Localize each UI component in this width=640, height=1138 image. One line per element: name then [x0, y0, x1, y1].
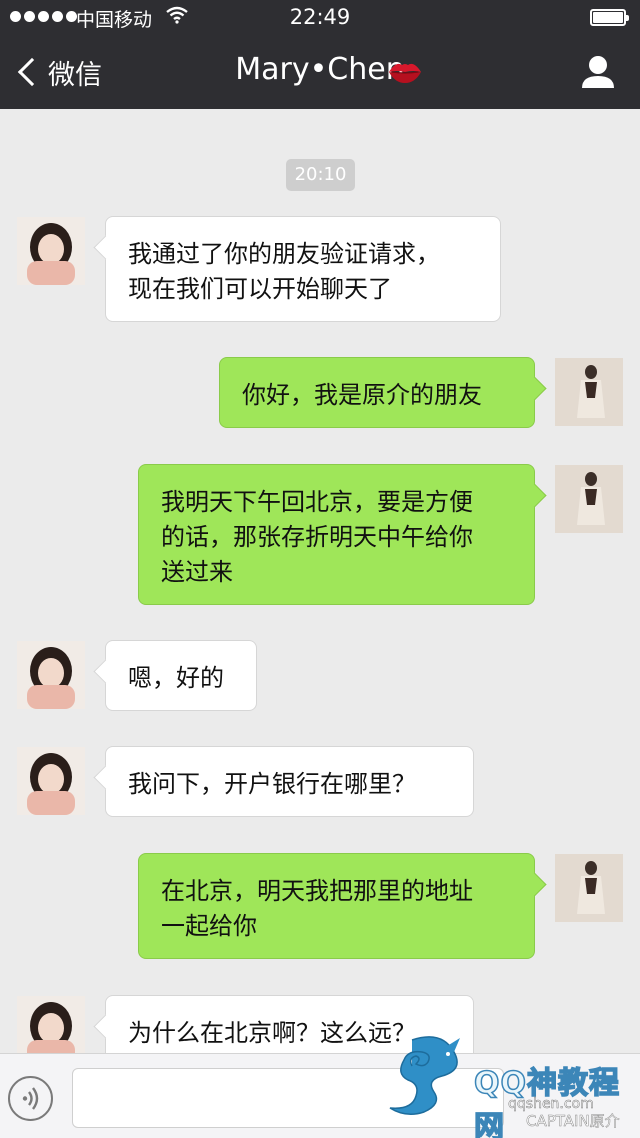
- message-bubble-incoming[interactable]: 我问下，开户银行在哪里？: [105, 746, 474, 817]
- chat-title: Mary•Chen: [235, 52, 405, 87]
- message-bubble-outgoing[interactable]: 我明天下午回北京，要是方便 的话，那张存折明天中午给你 送过来: [138, 464, 535, 605]
- status-bar: 中国移动 22:49: [0, 0, 640, 34]
- message-bubble-incoming[interactable]: 我通过了你的朋友验证请求， 现在我们可以开始聊天了: [105, 216, 501, 322]
- avatar-mary[interactable]: [17, 641, 85, 709]
- time-separator: 20:10: [286, 159, 355, 191]
- avatar-mary[interactable]: [17, 747, 85, 815]
- message-line: 我通过了你的朋友验证请求，: [128, 240, 440, 268]
- watermark-credit: CAPTAIN原介: [526, 1112, 620, 1131]
- nav-bar: 微信 Mary•Chen: [0, 34, 640, 109]
- message-line: 现在我们可以开始聊天了: [128, 275, 392, 303]
- avatar-self[interactable]: [555, 854, 623, 922]
- voice-wave-icon: [22, 1087, 39, 1110]
- voice-input-button[interactable]: [8, 1076, 53, 1121]
- contact-info-icon[interactable]: [580, 52, 616, 92]
- message-line: 的话，那张存折明天中午给你: [161, 523, 473, 551]
- chat-area[interactable]: 20:10 我通过了你的朋友验证请求， 现在我们可以开始聊天了 你好，我是原介的…: [0, 109, 640, 1053]
- message-line: 一起给你: [161, 912, 257, 940]
- message-line: 我明天下午回北京，要是方便: [161, 488, 473, 516]
- message-line: 我问下，开户银行在哪里？: [128, 770, 416, 798]
- message-line: 嗯，好的: [128, 664, 224, 692]
- message-bubble-outgoing[interactable]: 在北京，明天我把那里的地址 一起给你: [138, 853, 535, 959]
- message-line: 送过来: [161, 558, 233, 586]
- status-time: 22:49: [289, 5, 351, 29]
- message-line: 在北京，明天我把那里的地址: [161, 877, 473, 905]
- message-line: 为什么在北京啊？这么远？: [128, 1019, 416, 1047]
- battery-icon: [590, 9, 629, 26]
- lips-emoji-icon: [389, 63, 421, 83]
- avatar-mary[interactable]: [17, 217, 85, 285]
- avatar-self[interactable]: [555, 465, 623, 533]
- avatar-mary[interactable]: [17, 996, 85, 1053]
- avatar-self[interactable]: [555, 358, 623, 426]
- message-line: 你好，我是原介的朋友: [242, 381, 482, 409]
- message-bubble-incoming[interactable]: 嗯，好的: [105, 640, 257, 711]
- dragon-logo-icon: [389, 1036, 460, 1115]
- message-bubble-outgoing[interactable]: 你好，我是原介的朋友: [219, 357, 535, 428]
